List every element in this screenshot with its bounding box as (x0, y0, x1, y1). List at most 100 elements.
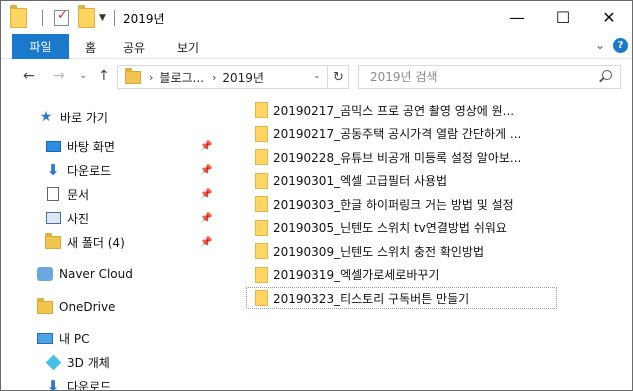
chevron-right-icon: › (211, 70, 217, 84)
document-icon (47, 187, 59, 201)
sidebar-item-label: 다운로드 (67, 163, 112, 178)
address-dropdown-icon[interactable]: ⌄ (313, 71, 321, 81)
sidebar-item-label: OneDrive (59, 300, 116, 314)
computer-icon (37, 332, 53, 344)
list-item[interactable]: 20190217_공동주택 공시가격 열람 간단하게 ... (247, 123, 558, 145)
sidebar-item-downloads[interactable]: ⬇ 다운로드 (45, 159, 111, 181)
sidebar-item-this-pc[interactable]: 내 PC (37, 327, 89, 349)
pin-icon[interactable]: 📌 (200, 189, 212, 200)
tab-share[interactable]: 공유 (123, 39, 145, 56)
sidebar-item-label: 문서 (67, 187, 90, 202)
pin-icon[interactable]: 📌 (200, 165, 212, 176)
close-button[interactable]: ✕ (586, 1, 632, 34)
file-name: 20190323_티스토리 구독버튼 만들기 (273, 291, 470, 306)
sidebar-item-label: 새 폴더 (4) (67, 235, 125, 250)
back-button[interactable]: ← (23, 68, 35, 84)
search-icon[interactable] (599, 70, 612, 83)
file-name: 20190217_공동주택 공시가격 열람 간단하게 ... (273, 127, 522, 141)
cube-icon (45, 354, 61, 370)
recent-locations-button[interactable]: ⌄ (79, 70, 87, 81)
sidebar-item-pictures[interactable]: 사진 (45, 207, 89, 229)
sidebar-item-label: Naver Cloud (59, 267, 133, 281)
pin-icon[interactable]: 📌 (200, 141, 212, 152)
pin-icon[interactable]: 📌 (200, 213, 212, 224)
folder-icon (37, 297, 53, 314)
customize-toolbar-icon[interactable]: ▼ (99, 13, 106, 23)
folder-icon (255, 125, 268, 142)
properties-icon[interactable]: ✓ (54, 8, 69, 26)
file-name: 20190319_엑셀가로세로바꾸기 (273, 268, 440, 282)
sidebar-item-label: 바로 가기 (60, 110, 108, 125)
folder-icon (255, 243, 268, 259)
file-name: 20190228_유튜브 비공개 미등록 설정 알아보... (273, 150, 522, 165)
pin-icon[interactable]: 📌 (200, 237, 212, 248)
new-folder-icon[interactable] (78, 4, 95, 28)
list-item-selected[interactable]: 20190323_티스토리 구독버튼 만들기 (246, 287, 557, 309)
desktop-icon (45, 140, 61, 152)
breadcrumb-item[interactable]: 블로그... (159, 69, 204, 86)
tab-view[interactable]: 보기 (177, 39, 199, 56)
sidebar-item-desktop[interactable]: 바탕 화면 (45, 135, 115, 157)
cloud-icon (37, 267, 53, 281)
chevron-right-icon: › (149, 70, 154, 84)
file-name: 20190305_닌텐도 스위치 tv연결방법 쉬워요 (273, 221, 507, 235)
sidebar-item-label: 3D 개체 (67, 355, 110, 370)
list-item[interactable]: 20190228_유튜브 비공개 미등록 설정 알아보... (247, 146, 558, 168)
sidebar-item-3d-objects[interactable]: 3D 개체 (45, 351, 110, 373)
sidebar-item-label: 내 PC (59, 331, 90, 346)
list-item[interactable]: 20190309_닌텐도 스위치 충전 확인방법 (247, 240, 558, 262)
list-item[interactable]: 20190319_엑셀가로세로바꾸기 (247, 264, 558, 286)
tab-home[interactable]: 홈 (85, 39, 96, 56)
title-bar: ✓ ▼ 2019년 — ☐ ✕ (1, 1, 632, 34)
sidebar-item-label: 사진 (67, 211, 90, 226)
download-icon: ⬇ (46, 161, 60, 179)
sidebar-item-onedrive[interactable]: OneDrive (37, 296, 115, 318)
folder-icon (10, 4, 27, 28)
vertical-scrollbar[interactable] (621, 95, 632, 390)
up-button[interactable]: ↑ (98, 68, 110, 84)
sidebar-item-new-folder[interactable]: 새 폴더 (4) (45, 231, 125, 253)
folder-icon (255, 149, 268, 165)
picture-icon (45, 212, 61, 224)
file-name: 20190301_엑셀 고급필터 사용법 (273, 174, 448, 188)
sidebar-item-documents[interactable]: 문서 (45, 183, 89, 205)
list-item[interactable]: 20190301_엑셀 고급필터 사용법 (247, 170, 558, 192)
folder-icon (45, 232, 61, 249)
folder-icon (125, 67, 141, 84)
ribbon-tabs: 파일 홈 공유 보기 ⌄ ? (1, 34, 632, 59)
maximize-button[interactable]: ☐ (540, 1, 586, 34)
file-name: 20190217_곰믹스 프로 공연 촬영 영상에 원... (273, 103, 515, 118)
search-box[interactable] (358, 65, 621, 89)
folder-icon (255, 290, 268, 306)
refresh-button[interactable]: ↻ (327, 65, 349, 89)
list-item[interactable]: 20190217_곰믹스 프로 공연 촬영 영상에 원... (247, 99, 558, 121)
navigation-pane: ★ 바로 가기 바탕 화면 📌 ⬇ 다운로드 📌 문서 📌 사진 📌 새 폴더 … (1, 95, 223, 391)
download-icon: ⬇ (46, 377, 60, 391)
title-separator (114, 9, 115, 26)
sidebar-item-downloads-pc[interactable]: ⬇ 다운로드 (45, 375, 112, 391)
list-item[interactable]: 20190303_한글 하이퍼링크 거는 방법 및 설정 (247, 193, 558, 215)
ribbon-expand-icon[interactable]: ⌄ (595, 38, 605, 52)
navigation-bar: ← → ⌄ ↑ › 블로그... › 2019년 ⌄ ↻ (1, 59, 632, 95)
sidebar-item-label: 바탕 화면 (67, 139, 115, 154)
quick-access-separator (42, 9, 43, 26)
minimize-button[interactable]: — (494, 1, 540, 34)
folder-icon (255, 102, 268, 118)
sidebar-item-label: 다운로드 (67, 379, 112, 391)
file-name: 20190303_한글 하이퍼링크 거는 방법 및 설정 (273, 197, 514, 212)
forward-button[interactable]: → (53, 68, 65, 84)
sidebar-item-naver-cloud[interactable]: Naver Cloud (37, 263, 133, 285)
explorer-window: ✓ ▼ 2019년 — ☐ ✕ 파일 홈 공유 보기 ⌄ ? ← → ⌄ ↑ ›… (0, 0, 633, 391)
folder-icon (255, 266, 268, 283)
folder-icon (255, 196, 268, 212)
list-item[interactable]: 20190305_닌텐도 스위치 tv연결방법 쉬워요 (247, 217, 558, 239)
folder-icon (255, 219, 268, 236)
search-input[interactable] (370, 66, 600, 88)
tab-file[interactable]: 파일 (12, 34, 69, 59)
breadcrumb-item[interactable]: 2019년 (222, 69, 264, 86)
help-icon[interactable]: ? (613, 38, 628, 53)
sidebar-item-quick-access[interactable]: ★ 바로 가기 (38, 106, 108, 128)
folder-icon (255, 172, 268, 189)
file-name: 20190309_닌텐도 스위치 충전 확인방법 (273, 244, 485, 259)
star-icon: ★ (39, 109, 53, 125)
